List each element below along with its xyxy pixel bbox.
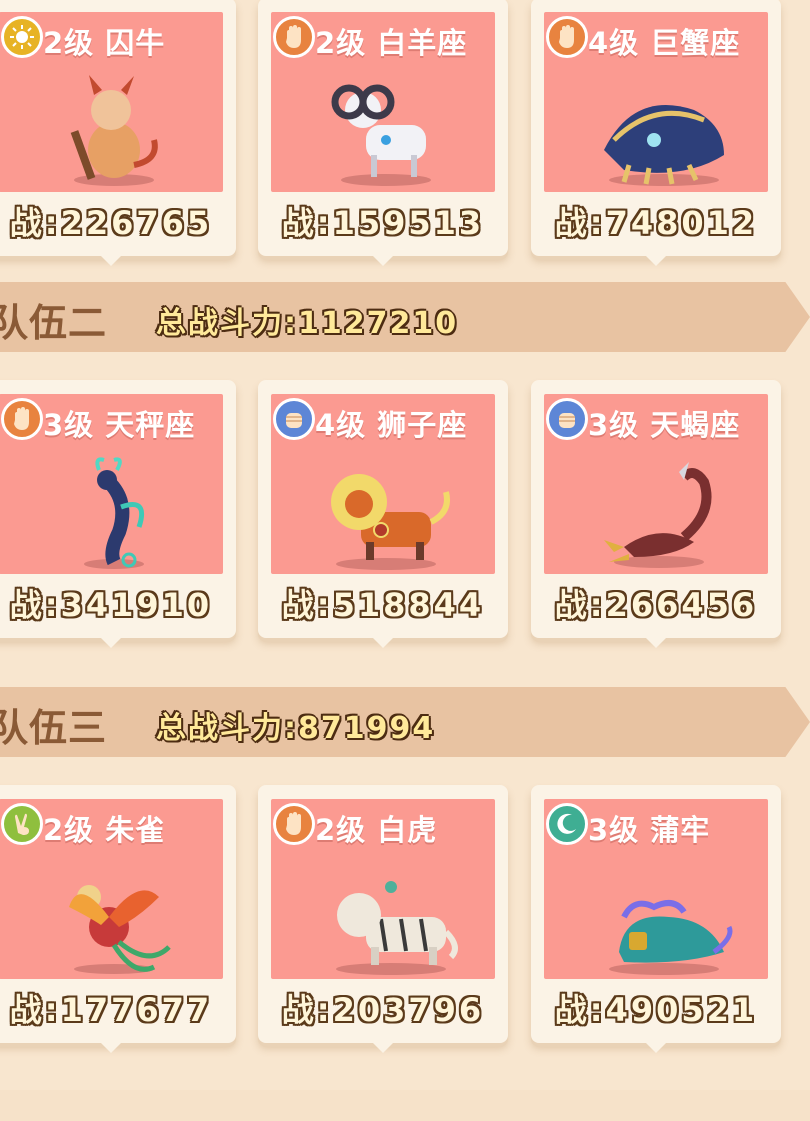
pet-card[interactable]: 4级 狮子座 战:518844 [258, 380, 508, 638]
pet-portrait: 3级 蒲牢 [544, 799, 768, 979]
team-name: 队伍三 [0, 706, 108, 750]
pet-image [84, 457, 145, 569]
pet-image [604, 462, 712, 568]
team-2-cards: 3级 天秤座 战:341910 4级 狮子座 战:518844 3级 天蝎座 战… [0, 380, 810, 650]
pet-portrait: 2级 白羊座 [271, 12, 495, 192]
moon-icon [546, 803, 588, 845]
pet-level-name: 3级 天秤座 [43, 408, 196, 442]
sun-icon [1, 16, 43, 58]
pet-image [336, 881, 458, 975]
hand-icon [273, 16, 315, 58]
pet-image [604, 105, 724, 186]
pet-level-name: 4级 巨蟹座 [588, 26, 741, 60]
pet-card[interactable]: 3级 天秤座 战:341910 [0, 380, 236, 638]
pet-portrait: 4级 狮子座 [271, 394, 495, 574]
footer-strip [0, 1090, 810, 1121]
pet-card[interactable]: 3级 天蝎座 战:266456 [531, 380, 781, 638]
hand-icon [1, 398, 43, 440]
pet-card[interactable]: 2级 囚牛 战:226765 [0, 0, 236, 256]
pet-power: 战:518844 [281, 586, 485, 624]
pet-card[interactable]: 4级 巨蟹座 战:748012 [531, 0, 781, 256]
pet-power: 战:266456 [554, 586, 758, 624]
pet-power: 战:748012 [554, 204, 758, 242]
pet-power: 战:203796 [281, 991, 485, 1029]
scissors-icon [1, 803, 43, 845]
pet-image [70, 75, 158, 186]
pet-card[interactable]: 2级 白羊座 战:159513 [258, 0, 508, 256]
pet-power: 战:341910 [9, 586, 213, 624]
pet-level-name: 2级 囚牛 [43, 26, 166, 60]
pet-level-name: 2级 白羊座 [315, 26, 468, 60]
hand-icon [546, 16, 588, 58]
pet-portrait: 2级 朱雀 [0, 799, 223, 979]
team-3-cards: 2级 朱雀 战:177677 2级 白虎 战:203796 3级 蒲牢 战:49… [0, 785, 810, 1055]
pet-image [331, 474, 450, 570]
team-3-header: 队伍三 总战斗力:871994 [0, 687, 810, 757]
pet-image [609, 900, 733, 975]
pet-portrait: 3级 天蝎座 [544, 394, 768, 574]
pet-level-name: 2级 白虎 [315, 813, 438, 847]
pet-portrait: 2级 白虎 [271, 799, 495, 979]
pet-portrait: 3级 天秤座 [0, 394, 223, 574]
team-total-power: 总战斗力:871994 [156, 711, 436, 746]
pet-level-name: 3级 蒲牢 [588, 813, 711, 847]
pet-power: 战:490521 [554, 991, 758, 1029]
pet-level-name: 3级 天蝎座 [588, 408, 741, 442]
pet-image [331, 84, 431, 186]
pet-portrait: 4级 巨蟹座 [544, 12, 768, 192]
pet-power: 战:177677 [9, 991, 213, 1029]
team-1-cards: 2级 囚牛 战:226765 2级 白羊座 战:159513 4级 巨蟹座 战:… [0, 0, 810, 268]
pet-power: 战:159513 [281, 204, 485, 242]
team-total-power: 总战斗力:1127210 [156, 306, 459, 341]
pet-level-name: 2级 朱雀 [43, 813, 166, 847]
pet-image [69, 885, 171, 974]
hand-icon [273, 803, 315, 845]
pet-level-name: 4级 狮子座 [315, 408, 468, 442]
pet-card[interactable]: 2级 朱雀 战:177677 [0, 785, 236, 1043]
pet-portrait: 2级 囚牛 [0, 12, 223, 192]
pet-card[interactable]: 3级 蒲牢 战:490521 [531, 785, 781, 1043]
fist-icon [546, 398, 588, 440]
team-2-header: 队伍二 总战斗力:1127210 [0, 282, 810, 352]
fist-icon [273, 398, 315, 440]
pet-card[interactable]: 2级 白虎 战:203796 [258, 785, 508, 1043]
team-name: 队伍二 [0, 301, 108, 345]
pet-power: 战:226765 [9, 204, 213, 242]
